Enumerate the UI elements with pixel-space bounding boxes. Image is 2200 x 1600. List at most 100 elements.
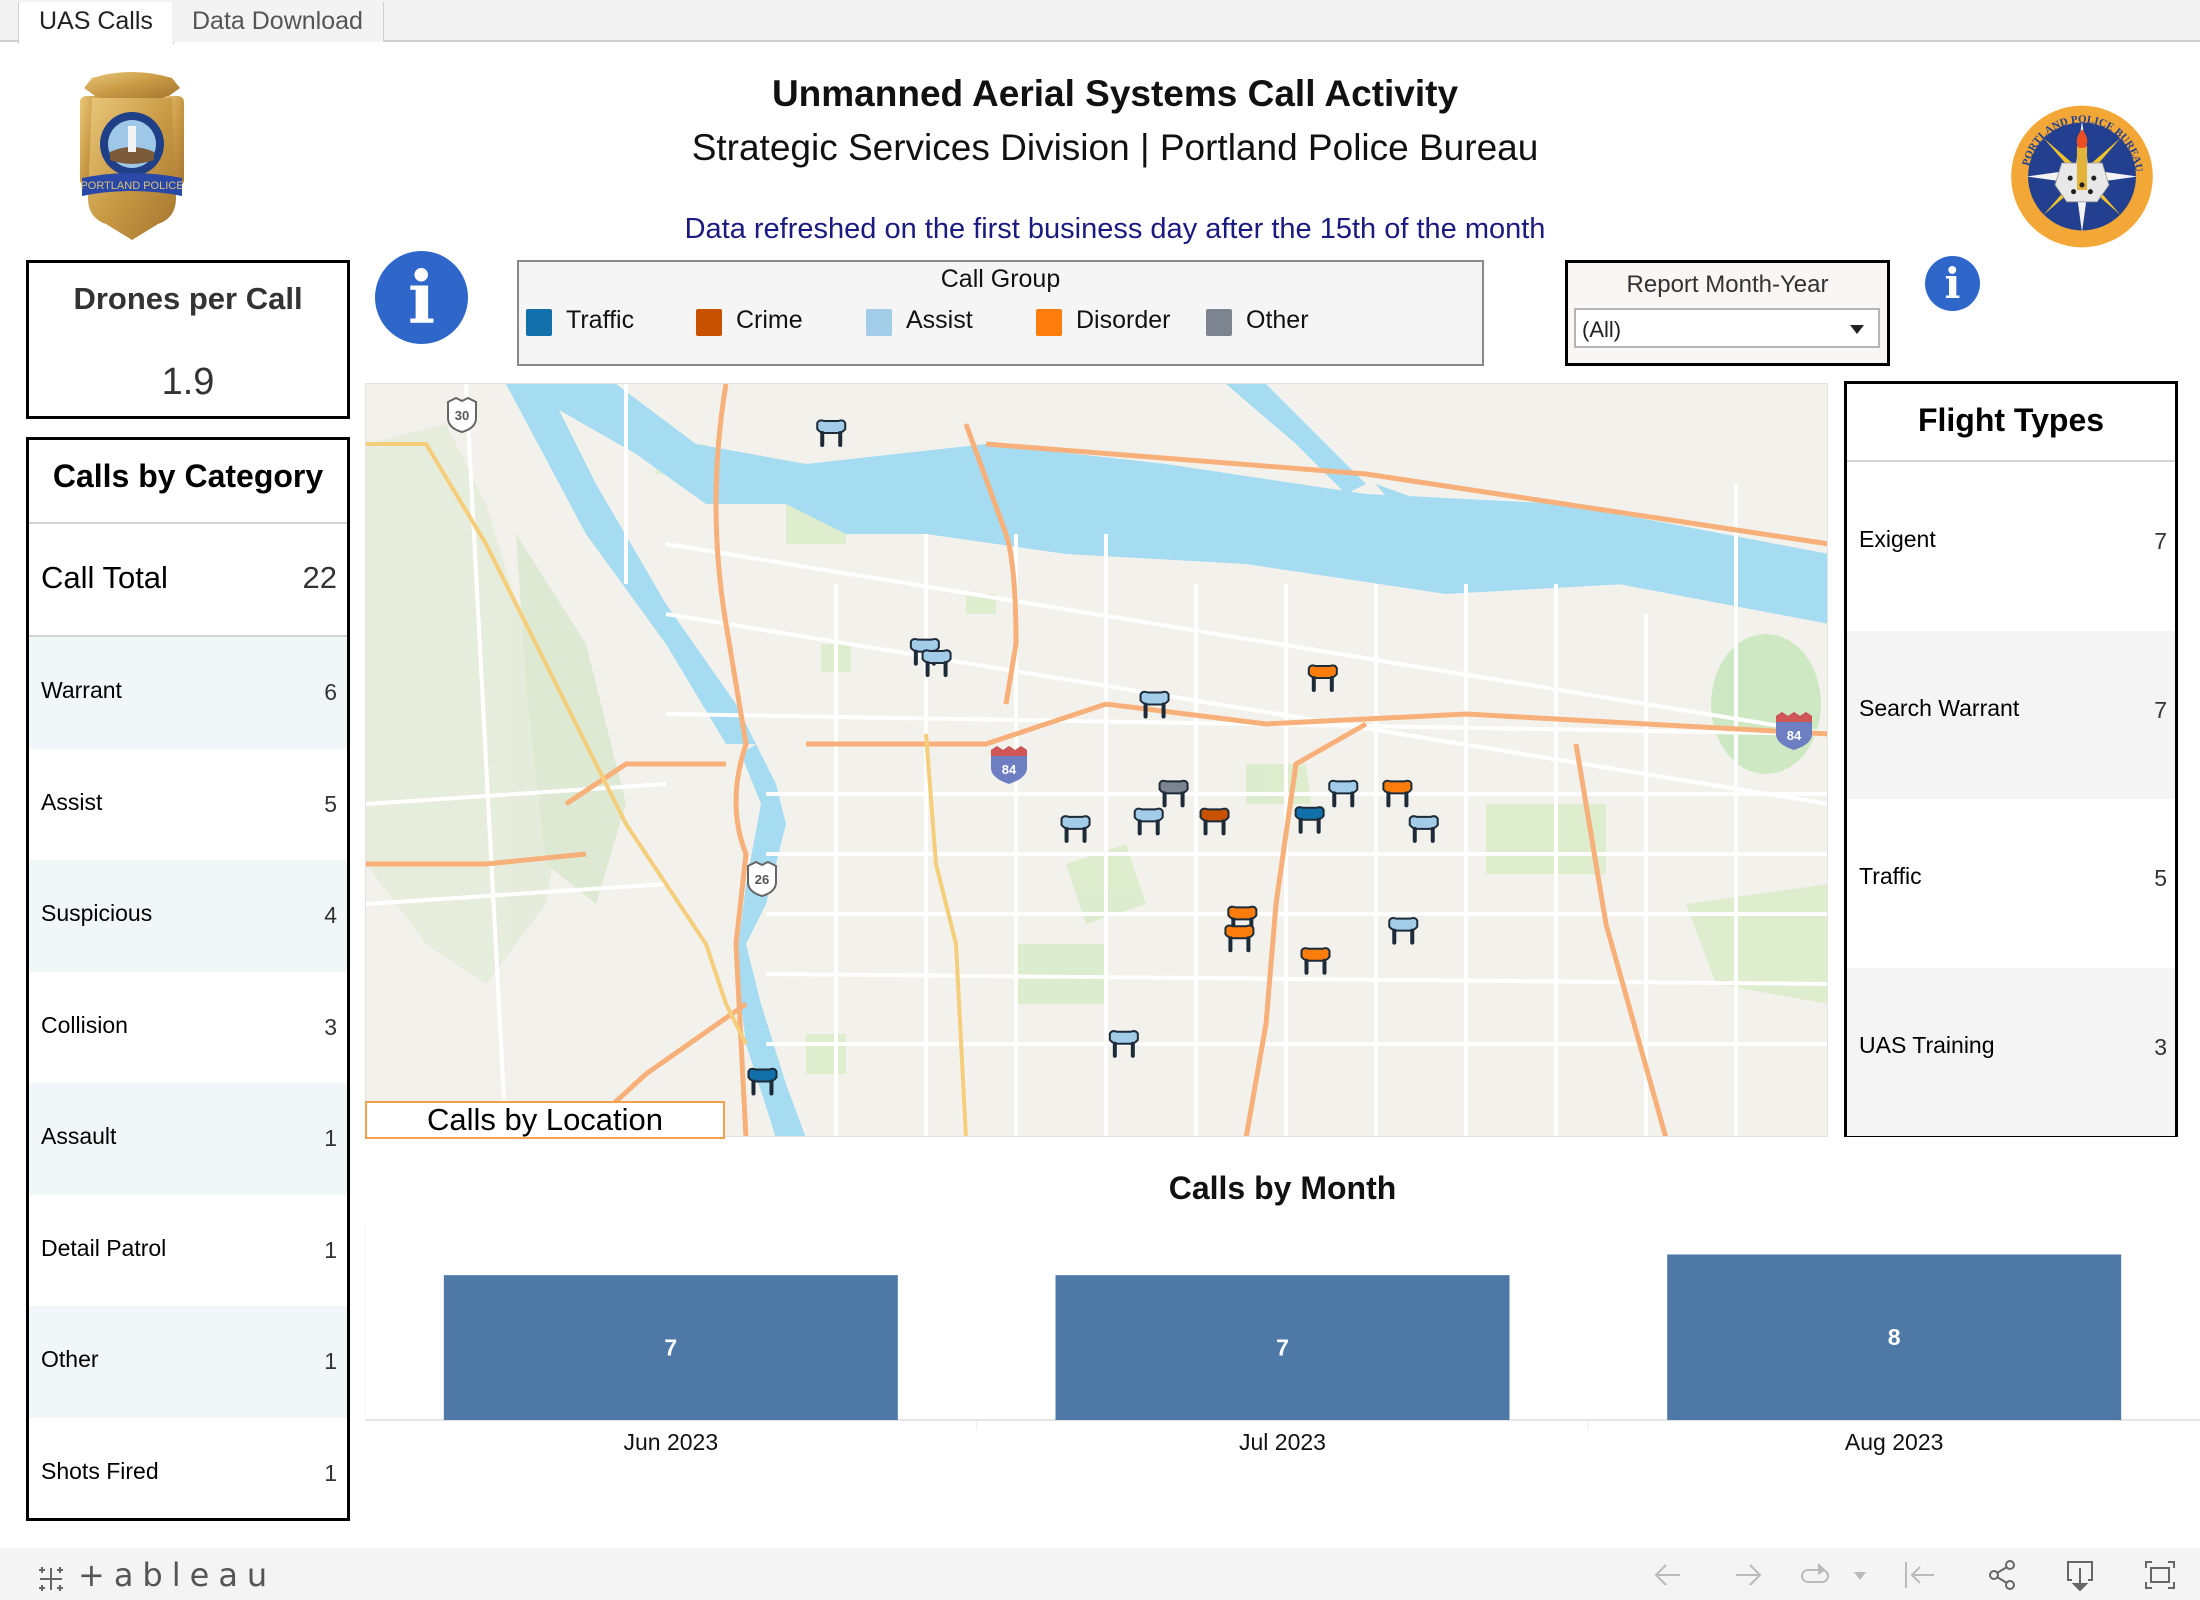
drone-marker-disorder[interactable] <box>1382 779 1413 808</box>
share-button[interactable] <box>1982 1556 2022 1594</box>
category-value: 6 <box>324 679 337 705</box>
category-row[interactable]: Other 1 <box>29 1306 347 1418</box>
calls-by-category-table: Calls by Category Call Total 22 Warrant 6… <box>26 437 350 1521</box>
category-row[interactable]: Detail Patrol 1 <box>29 1195 347 1307</box>
flight-type-label: Traffic <box>1859 863 1922 889</box>
dropdown-value: (All) <box>1582 317 1622 342</box>
tab-bar: UAS Calls Data Download <box>0 0 2200 44</box>
legend-label: Other <box>1246 306 1309 334</box>
shield-label: 84 <box>1787 728 1802 743</box>
category-value: 1 <box>324 1236 337 1263</box>
x-tick-label: Jun 2023 <box>624 1429 719 1455</box>
x-tick-label: Aug 2023 <box>1845 1429 1943 1455</box>
refresh-note: Data refreshed on the first business day… <box>684 213 1546 245</box>
legend-label: Disorder <box>1076 306 1171 334</box>
drone-marker-assist[interactable] <box>1133 807 1164 836</box>
reset-to-start-icon <box>1905 1562 1934 1588</box>
drone-marker-assist[interactable] <box>1108 1030 1139 1058</box>
drone-marker-disorder[interactable] <box>1300 947 1331 975</box>
strategic-services-division-seal: PORTLAND POLICE BUREAU <box>1996 104 2168 249</box>
drone-marker-assist[interactable] <box>1060 815 1091 843</box>
category-label: Collision <box>41 1011 128 1038</box>
map-canvas[interactable]: 30 84 26 84 <box>366 384 1828 1137</box>
category-label: Detail Patrol <box>41 1234 167 1261</box>
category-row[interactable]: Shots Fired 1 <box>29 1418 347 1530</box>
drone-marker-crime[interactable] <box>1199 807 1230 836</box>
flight-type-row[interactable]: Exigent 7 <box>1847 462 2175 631</box>
drone-marker-disorder[interactable] <box>1307 664 1338 693</box>
flight-type-row[interactable]: Search Warrant 7 <box>1847 630 2175 799</box>
drones-per-call-card: Drones per Call 1.9 <box>26 260 350 419</box>
bar-data-label: 7 <box>664 1335 677 1361</box>
download-button[interactable] <box>2060 1556 2100 1594</box>
legend-swatch <box>696 309 722 336</box>
category-row[interactable]: Collision 3 <box>29 972 347 1084</box>
category-value: 1 <box>324 1459 337 1486</box>
fullscreen-button[interactable] <box>2140 1556 2180 1594</box>
us-30-shield: 30 <box>447 396 477 434</box>
shield-label: 26 <box>755 872 769 887</box>
arrow-right-icon <box>1736 1564 1762 1586</box>
arrow-left-icon <box>1654 1564 1680 1586</box>
category-row[interactable]: Assist 5 <box>29 749 347 861</box>
info-icon[interactable]: i <box>1925 256 1980 311</box>
category-label: Shots Fired <box>41 1457 159 1484</box>
filter-title: Report Month-Year <box>1626 271 1829 298</box>
drone-marker-assist[interactable] <box>1328 779 1359 808</box>
drone-marker-assist[interactable] <box>1408 815 1439 843</box>
tableau-logo-icon <box>39 1567 63 1591</box>
report-month-year-dropdown[interactable]: (All) <box>1574 308 1880 348</box>
legend-swatch <box>1206 309 1232 336</box>
redo-button[interactable] <box>1728 1556 1768 1594</box>
drone-marker-assist[interactable] <box>1139 690 1170 719</box>
drone-marker-other[interactable] <box>1158 779 1189 808</box>
flight-type-row[interactable]: Traffic 5 <box>1847 799 2175 968</box>
call-group-legend: Call Group Traffic Crime Assist Disorder… <box>517 260 1484 366</box>
drone-marker-assist[interactable] <box>816 419 847 448</box>
flight-type-row[interactable]: UAS Training 3 <box>1847 967 2175 1136</box>
category-value: 1 <box>324 1125 337 1151</box>
flight-type-value: 3 <box>2154 1033 2167 1060</box>
tableau-wordmark: +ableau <box>78 1556 277 1594</box>
tab-uas-calls[interactable]: UAS Calls <box>18 2 174 44</box>
category-row[interactable]: Assault 1 <box>29 1083 347 1195</box>
report-month-year-filter: Report Month-Year (All) <box>1565 260 1890 366</box>
category-value: 4 <box>324 902 337 928</box>
category-row[interactable]: Warrant 6 <box>29 637 347 749</box>
download-icon <box>2067 1561 2093 1592</box>
reset-button[interactable] <box>1900 1556 1940 1594</box>
drone-marker-disorder[interactable] <box>1224 924 1255 953</box>
revert-menu-button[interactable] <box>1848 1556 1872 1594</box>
category-row[interactable]: Suspicious 4 <box>29 860 347 972</box>
legend-title: Call Group <box>940 265 1061 293</box>
flight-type-label: Search Warrant <box>1859 694 2020 721</box>
bar-data-label: 8 <box>1888 1324 1901 1350</box>
category-label: Assault <box>41 1123 117 1149</box>
calls-by-location-map[interactable]: 30 84 26 84 <box>365 383 1828 1137</box>
legend-label: Assist <box>906 306 973 334</box>
calls-by-category-title: Calls by Category <box>52 458 324 494</box>
drone-marker-assist[interactable] <box>1388 916 1419 945</box>
calls-by-month-chart: 7 Jun 2023 7 Jul 2023 8 Aug 2023 <box>365 1225 2200 1455</box>
call-total-label: Call Total <box>41 560 168 595</box>
us-26-shield: 26 <box>747 860 777 898</box>
caret-down-icon <box>1854 1572 1866 1580</box>
chart-title: Calls by Month <box>1168 1170 1397 1206</box>
undo-button[interactable] <box>1648 1556 1688 1594</box>
tab-data-download[interactable]: Data Download <box>172 2 384 42</box>
drone-marker-assist[interactable] <box>921 649 952 677</box>
shield-label: 30 <box>455 408 469 423</box>
flight-type-label: Exigent <box>1859 526 1936 552</box>
category-value: 1 <box>324 1348 337 1374</box>
info-icon[interactable]: i <box>375 251 468 344</box>
revert-button[interactable] <box>1796 1556 1836 1594</box>
category-label: Suspicious <box>41 900 153 926</box>
fullscreen-icon <box>2145 1561 2175 1589</box>
call-total-row[interactable]: Call Total 22 <box>29 524 347 635</box>
drone-marker-traffic[interactable] <box>1294 806 1325 834</box>
tableau-toolbar: +ableau <box>0 1548 2200 1600</box>
revert-icon <box>1801 1563 1829 1583</box>
legend-label: Crime <box>736 306 803 334</box>
x-tick-label: Jul 2023 <box>1239 1429 1326 1455</box>
category-list: Warrant 6 Assist 5 Suspicious 4 Collision 3 … <box>29 637 347 1529</box>
